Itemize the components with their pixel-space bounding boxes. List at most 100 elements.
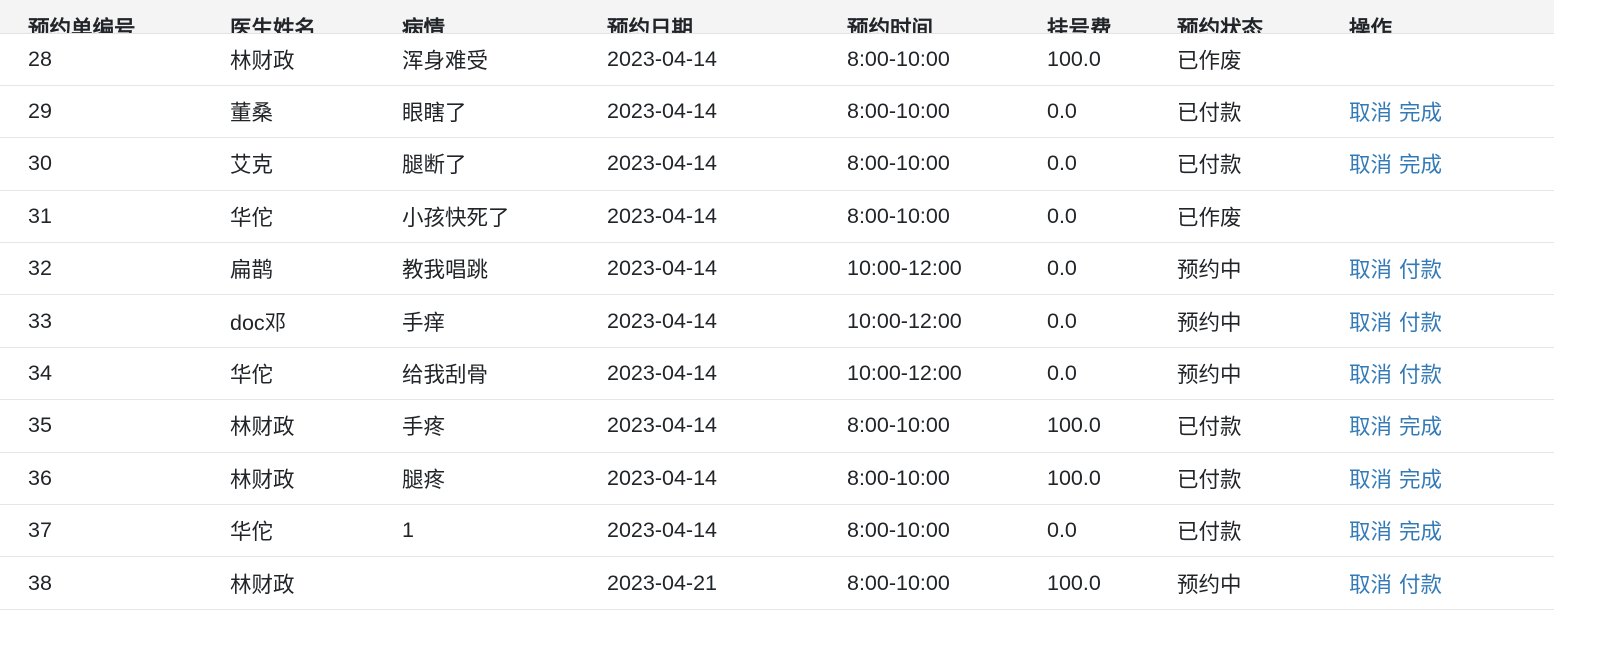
cell-action bbox=[1334, 33, 1554, 86]
action-link-group: 取消 完成 bbox=[1334, 463, 1554, 494]
table-header: 预约单编号 医生姓名 病情 预约日期 预约时间 挂号费 预约状态 操作 bbox=[0, 0, 1554, 34]
table-header-row: 预约单编号 医生姓名 病情 预约日期 预约时间 挂号费 预约状态 操作 bbox=[0, 0, 1554, 34]
cell-id: 28 bbox=[0, 33, 215, 86]
cell-status-text: 预约中 bbox=[1177, 258, 1242, 283]
cancel-link[interactable]: 取消 bbox=[1349, 258, 1392, 282]
cell-date-text: 2023-04-14 bbox=[607, 413, 717, 438]
cell-time: 10:00-12:00 bbox=[832, 242, 1032, 296]
action-link-group: 取消 付款 bbox=[1334, 306, 1554, 337]
cell-status-text: 已付款 bbox=[1177, 153, 1242, 178]
cell-fee-text: 100.0 bbox=[1047, 413, 1101, 438]
cell-time-text: 8:00-10:00 bbox=[847, 570, 950, 595]
cell-doctor: 艾克 bbox=[215, 137, 387, 191]
cell-doctor-text: doc邓 bbox=[230, 310, 287, 335]
cell-status-text: 已付款 bbox=[1177, 101, 1242, 126]
cell-date-text: 2023-04-14 bbox=[607, 465, 717, 490]
cell-doctor-text: 林财政 bbox=[230, 467, 295, 492]
cell-date-text: 2023-04-14 bbox=[607, 203, 717, 228]
cell-id-text: 28 bbox=[28, 46, 52, 71]
column-header-condition-label: 病情 bbox=[402, 16, 446, 33]
cell-time-text: 8:00-10:00 bbox=[847, 99, 950, 124]
cancel-link[interactable]: 取消 bbox=[1349, 415, 1392, 439]
cell-fee-text: 100.0 bbox=[1047, 465, 1101, 490]
cell-time-text: 8:00-10:00 bbox=[847, 465, 950, 490]
cell-condition: 给我刮骨 bbox=[387, 347, 592, 401]
cell-fee-text: 0.0 bbox=[1047, 151, 1077, 176]
cell-fee: 100.0 bbox=[1032, 452, 1162, 506]
cell-fee: 0.0 bbox=[1032, 242, 1162, 296]
table-row: 30 艾克 腿断了 2023-04-14 8:00-10:00 0.0 已付款 取消 完成 bbox=[0, 137, 1554, 191]
cell-doctor: 扁鹊 bbox=[215, 242, 387, 296]
column-header-action-label: 操作 bbox=[1349, 16, 1393, 33]
pay-link[interactable]: 付款 bbox=[1399, 573, 1442, 597]
cell-action: 取消 付款 bbox=[1334, 294, 1554, 348]
cell-fee-text: 100.0 bbox=[1047, 46, 1101, 71]
column-header-date-label: 预约日期 bbox=[607, 16, 694, 33]
cell-time: 10:00-12:00 bbox=[832, 294, 1032, 348]
cell-status-text: 已付款 bbox=[1177, 415, 1242, 440]
column-header-status-label: 预约状态 bbox=[1177, 16, 1264, 33]
column-header-fee-label: 挂号费 bbox=[1047, 16, 1112, 33]
cell-id-text: 29 bbox=[28, 99, 52, 124]
complete-link[interactable]: 完成 bbox=[1399, 101, 1442, 125]
cancel-link[interactable]: 取消 bbox=[1349, 520, 1392, 544]
cell-action: 取消 付款 bbox=[1334, 347, 1554, 401]
cell-action: 取消 付款 bbox=[1334, 556, 1554, 610]
complete-link[interactable]: 完成 bbox=[1399, 468, 1442, 492]
column-header-fee: 挂号费 bbox=[1032, 0, 1162, 34]
table-row: 33 doc邓 手痒 2023-04-14 10:00-12:00 0.0 预约中 取消 付款 bbox=[0, 294, 1554, 348]
cell-condition-text: 给我刮骨 bbox=[402, 363, 489, 388]
cell-fee-text: 0.0 bbox=[1047, 203, 1077, 228]
cell-condition-text: 手痒 bbox=[402, 310, 446, 335]
cell-fee-text: 0.0 bbox=[1047, 518, 1077, 543]
cancel-link[interactable]: 取消 bbox=[1349, 153, 1392, 177]
cell-status-text: 已付款 bbox=[1177, 520, 1242, 545]
cell-status: 已作废 bbox=[1162, 190, 1334, 244]
cancel-link[interactable]: 取消 bbox=[1349, 363, 1392, 387]
cell-date-text: 2023-04-14 bbox=[607, 361, 717, 386]
cancel-link[interactable]: 取消 bbox=[1349, 101, 1392, 125]
cell-id: 32 bbox=[0, 242, 215, 296]
pay-link[interactable]: 付款 bbox=[1399, 363, 1442, 387]
appointments-table-container: 预约单编号 医生姓名 病情 预约日期 预约时间 挂号费 预约状态 操作 28 林财… bbox=[0, 0, 1618, 647]
cell-condition-text: 腿疼 bbox=[402, 467, 446, 492]
cell-action: 取消 完成 bbox=[1334, 504, 1554, 558]
cell-status: 已付款 bbox=[1162, 399, 1334, 453]
cell-doctor: 华佗 bbox=[215, 190, 387, 244]
cancel-link[interactable]: 取消 bbox=[1349, 468, 1392, 492]
cell-time: 10:00-12:00 bbox=[832, 347, 1032, 401]
cell-doctor: 华佗 bbox=[215, 504, 387, 558]
cell-time-text: 10:00-12:00 bbox=[847, 361, 962, 386]
cell-status-text: 预约中 bbox=[1177, 310, 1242, 335]
cell-doctor-text: 华佗 bbox=[230, 205, 274, 230]
cell-time: 8:00-10:00 bbox=[832, 399, 1032, 453]
pay-link[interactable]: 付款 bbox=[1399, 258, 1442, 282]
pay-link[interactable]: 付款 bbox=[1399, 311, 1442, 335]
complete-link[interactable]: 完成 bbox=[1399, 153, 1442, 177]
cell-condition-text: 腿断了 bbox=[402, 153, 467, 178]
action-link-group: 取消 付款 bbox=[1334, 358, 1554, 389]
cell-date: 2023-04-14 bbox=[592, 137, 832, 191]
cell-status: 已付款 bbox=[1162, 137, 1334, 191]
cell-fee-text: 0.0 bbox=[1047, 308, 1077, 333]
cell-action: 取消 完成 bbox=[1334, 399, 1554, 453]
action-link-group: 取消 付款 bbox=[1334, 253, 1554, 284]
table-row: 31 华佗 小孩快死了 2023-04-14 8:00-10:00 0.0 已作废 bbox=[0, 190, 1554, 244]
cell-action: 取消 付款 bbox=[1334, 242, 1554, 296]
cell-time-text: 8:00-10:00 bbox=[847, 518, 950, 543]
cancel-link[interactable]: 取消 bbox=[1349, 573, 1392, 597]
column-header-time-label: 预约时间 bbox=[847, 16, 934, 33]
cell-fee: 100.0 bbox=[1032, 33, 1162, 86]
cell-condition: 手疼 bbox=[387, 399, 592, 453]
cell-time-text: 8:00-10:00 bbox=[847, 151, 950, 176]
action-link-group: 取消 完成 bbox=[1334, 148, 1554, 179]
cell-doctor: 董桑 bbox=[215, 85, 387, 139]
cell-date: 2023-04-14 bbox=[592, 294, 832, 348]
cancel-link[interactable]: 取消 bbox=[1349, 311, 1392, 335]
action-link-group: 取消 完成 bbox=[1334, 96, 1554, 127]
cell-time-text: 8:00-10:00 bbox=[847, 46, 950, 71]
complete-link[interactable]: 完成 bbox=[1399, 520, 1442, 544]
complete-link[interactable]: 完成 bbox=[1399, 415, 1442, 439]
table-row: 37 华佗 1 2023-04-14 8:00-10:00 0.0 已付款 取消 完成 bbox=[0, 504, 1554, 558]
cell-status-text: 预约中 bbox=[1177, 363, 1242, 388]
